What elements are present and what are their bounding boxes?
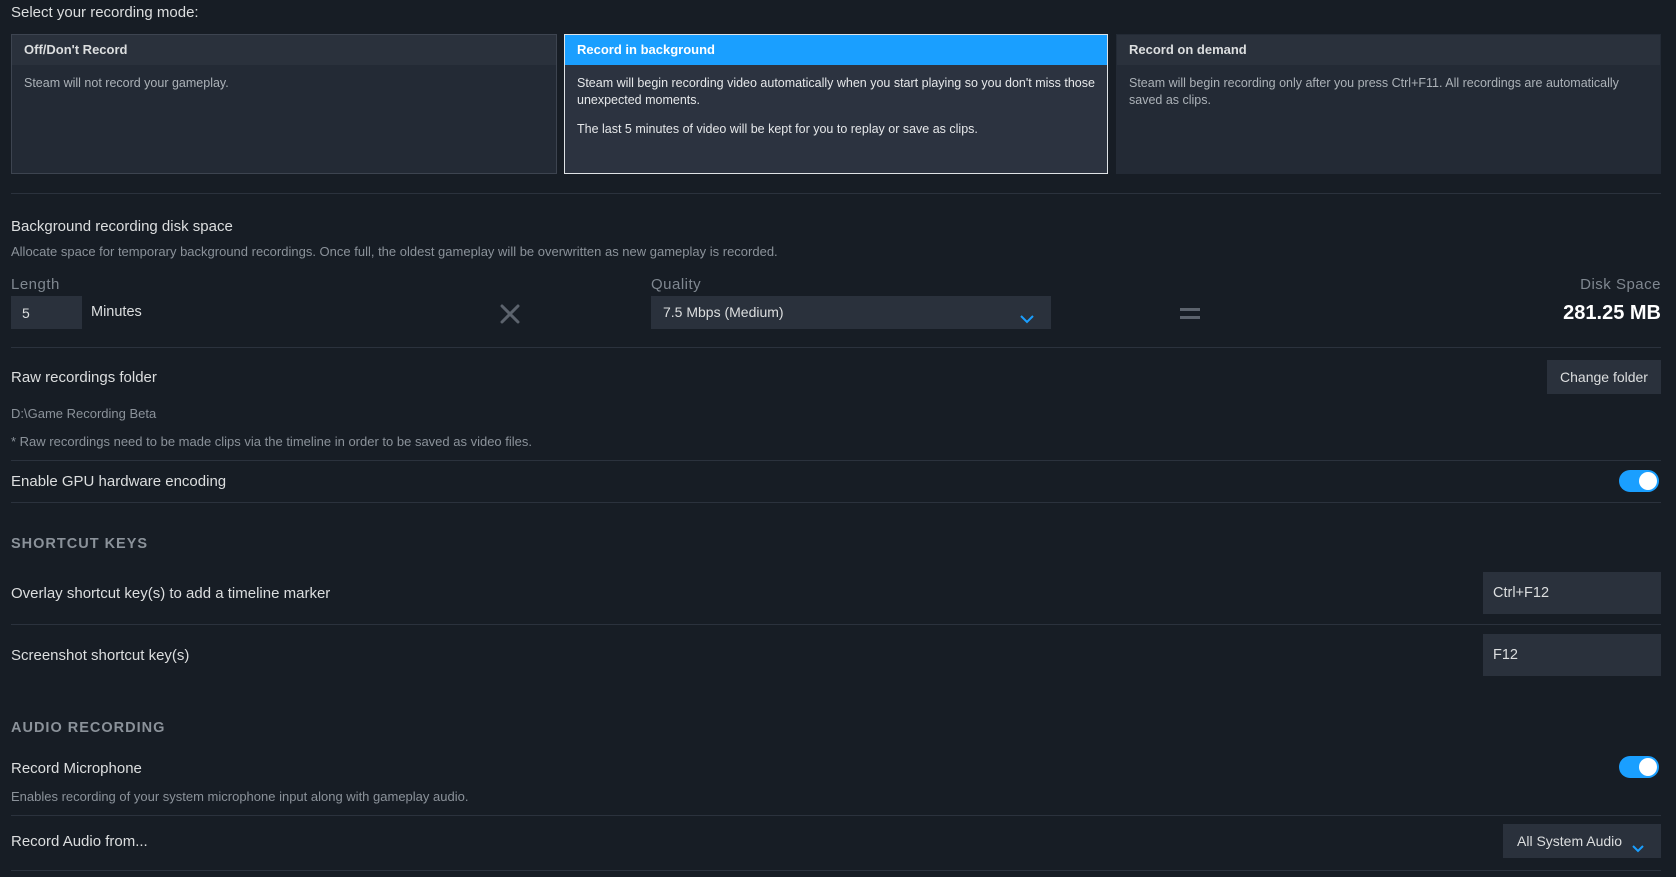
divider [11, 193, 1661, 194]
audio-recording-heading: AUDIO RECORDING [11, 720, 166, 736]
chevron-down-icon [1631, 833, 1645, 867]
raw-folder-title: Raw recordings folder [11, 369, 157, 386]
disk-space-description: Allocate space for temporary background … [11, 244, 778, 259]
quality-value: 7.5 Mbps (Medium) [663, 304, 784, 320]
recording-settings-page: Select your recording mode: Off/Don't Re… [0, 0, 1676, 877]
overlay-shortcut-input[interactable]: Ctrl+F12 [1483, 572, 1661, 614]
record-microphone-label: Record Microphone [11, 760, 142, 777]
mode-card-off[interactable]: Off/Don't Record Steam will not record y… [11, 34, 557, 174]
raw-folder-path: D:\Game Recording Beta [11, 406, 157, 421]
divider [11, 624, 1661, 625]
mode-card-on-demand-description: Steam will begin recording only after yo… [1129, 76, 1619, 107]
disk-space-label: Disk Space [1580, 276, 1661, 293]
overlay-shortcut-label: Overlay shortcut key(s) to add a timelin… [11, 585, 331, 602]
shortcut-keys-heading: SHORTCUT KEYS [11, 536, 149, 552]
multiply-icon [498, 302, 522, 331]
mode-card-background-title: Record in background [565, 35, 1107, 65]
audio-source-value: All System Audio [1517, 833, 1623, 849]
recording-mode-title: Select your recording mode: [11, 4, 199, 21]
quality-dropdown[interactable]: 7.5 Mbps (Medium) [651, 296, 1051, 329]
equals-icon [1180, 306, 1200, 327]
divider [11, 347, 1661, 348]
length-label: Length [11, 276, 60, 293]
screenshot-shortcut-input[interactable]: F12 [1483, 634, 1661, 676]
mode-card-background-description: Steam will begin recording video automat… [577, 76, 1095, 107]
change-folder-button[interactable]: Change folder [1547, 360, 1661, 394]
length-input[interactable] [11, 296, 82, 329]
screenshot-shortcut-label: Screenshot shortcut key(s) [11, 647, 190, 664]
divider [11, 502, 1661, 503]
toggle-knob [1639, 758, 1657, 776]
divider [11, 460, 1661, 461]
record-microphone-description: Enables recording of your system microph… [11, 789, 469, 804]
disk-space-value: 281.25 MB [1563, 302, 1661, 324]
mode-card-background[interactable]: Record in background Steam will begin re… [564, 34, 1108, 174]
toggle-knob [1639, 472, 1657, 490]
mode-card-on-demand[interactable]: Record on demand Steam will begin record… [1116, 34, 1661, 174]
mode-card-off-title: Off/Don't Record [12, 35, 556, 65]
mode-card-background-note: The last 5 minutes of video will be kept… [577, 122, 978, 136]
audio-source-dropdown[interactable]: All System Audio [1503, 824, 1661, 858]
record-microphone-toggle[interactable] [1619, 756, 1659, 778]
quality-label: Quality [651, 276, 702, 293]
raw-folder-note: * Raw recordings need to be made clips v… [11, 434, 533, 449]
mode-card-on-demand-title: Record on demand [1117, 35, 1660, 65]
chevron-down-icon [1019, 305, 1035, 338]
gpu-encoding-label: Enable GPU hardware encoding [11, 473, 227, 490]
divider [11, 870, 1661, 871]
length-unit: Minutes [91, 304, 142, 320]
gpu-encoding-toggle[interactable] [1619, 470, 1659, 492]
divider [11, 815, 1661, 816]
mode-card-off-description: Steam will not record your gameplay. [24, 76, 229, 90]
record-audio-from-label: Record Audio from... [11, 833, 148, 850]
disk-space-title: Background recording disk space [11, 218, 233, 235]
